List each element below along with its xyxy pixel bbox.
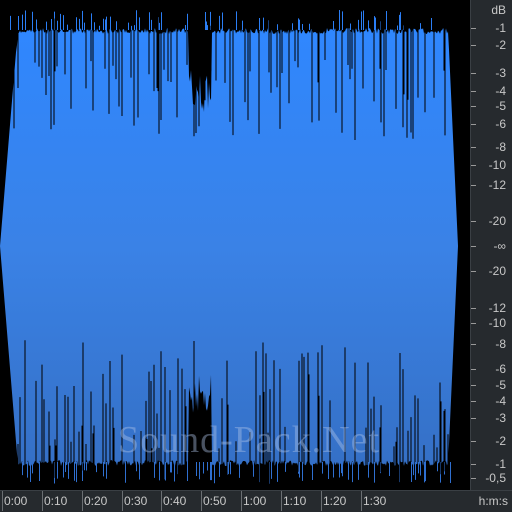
time-tick — [201, 491, 202, 511]
time-tick — [321, 491, 322, 511]
db-label: -8 — [495, 337, 506, 351]
time-label: 1:00 — [243, 494, 267, 508]
db-tick — [471, 73, 476, 74]
db-tick — [471, 464, 476, 465]
db-tick — [471, 124, 476, 125]
time-label: 1:10 — [283, 494, 307, 508]
db-label: -5 — [495, 378, 506, 392]
time-tick — [281, 491, 282, 511]
db-tick — [471, 45, 476, 46]
db-tick — [471, 147, 476, 148]
db-label: -5 — [495, 99, 506, 113]
db-label: -6 — [495, 362, 506, 376]
db-label: -3 — [495, 411, 506, 425]
db-tick — [471, 91, 476, 92]
time-label: 0:00 — [4, 494, 28, 508]
db-label: -3 — [495, 66, 506, 80]
waveform-display[interactable]: Sound-Pack.Net — [0, 0, 470, 490]
time-tick — [122, 491, 123, 511]
db-tick — [471, 369, 476, 370]
time-label: 1:20 — [323, 494, 347, 508]
db-label: -∞ — [493, 239, 506, 253]
time-tick — [82, 491, 83, 511]
db-label: -1 — [495, 21, 506, 35]
db-label: -8 — [495, 140, 506, 154]
time-label: 0:50 — [203, 494, 227, 508]
db-label: -20 — [488, 214, 506, 228]
db-tick — [471, 185, 476, 186]
db-tick — [471, 165, 476, 166]
time-tick — [361, 491, 362, 511]
db-tick — [471, 271, 476, 272]
db-tick — [471, 441, 476, 442]
time-label: 0:20 — [84, 494, 108, 508]
db-label: -10 — [488, 158, 506, 172]
db-label: -6 — [495, 117, 506, 131]
db-label: -12 — [488, 178, 506, 192]
time-label: 0:30 — [124, 494, 148, 508]
db-tick — [471, 385, 476, 386]
time-label: 1:30 — [363, 494, 387, 508]
db-tick — [471, 28, 476, 29]
time-ruler[interactable]: h:m:s 0:00 0:10 0:20 0:30 0:40 0:50 1:00 1:10 1:… — [0, 490, 512, 512]
db-label: -0,5 — [485, 471, 506, 485]
db-unit-label: dB — [491, 3, 506, 17]
db-tick — [471, 221, 476, 222]
time-label: 0:40 — [163, 494, 187, 508]
db-tick — [471, 106, 476, 107]
db-label: -2 — [495, 38, 506, 52]
db-scale: dB -1 -2 -3 -4 -5 -6 -8 -10 -12 -20 -∞ -20 -12 -10 -8-… — [470, 0, 512, 490]
db-label: -2 — [495, 434, 506, 448]
db-label: -4 — [495, 84, 506, 98]
db-tick — [471, 308, 476, 309]
db-tick — [471, 344, 476, 345]
waveform-body — [0, 28, 458, 466]
db-label: -10 — [488, 316, 506, 330]
time-tick — [2, 491, 3, 511]
audio-editor-view: Sound-Pack.Net dB -1 -2 -3 -4 -5 -6 -8 -10 -12 -2… — [0, 0, 512, 512]
db-label: -20 — [488, 264, 506, 278]
db-label: -1 — [495, 457, 506, 471]
time-tick — [241, 491, 242, 511]
db-tick — [471, 246, 476, 247]
time-tick — [161, 491, 162, 511]
db-tick — [471, 478, 476, 479]
db-tick — [471, 418, 476, 419]
db-label: -4 — [495, 394, 506, 408]
db-label: -12 — [488, 301, 506, 315]
time-label: 0:10 — [44, 494, 68, 508]
db-tick — [471, 323, 476, 324]
db-tick — [471, 401, 476, 402]
waveform-graph[interactable] — [0, 0, 470, 490]
time-tick — [42, 491, 43, 511]
time-unit-label: h:m:s — [478, 494, 508, 508]
